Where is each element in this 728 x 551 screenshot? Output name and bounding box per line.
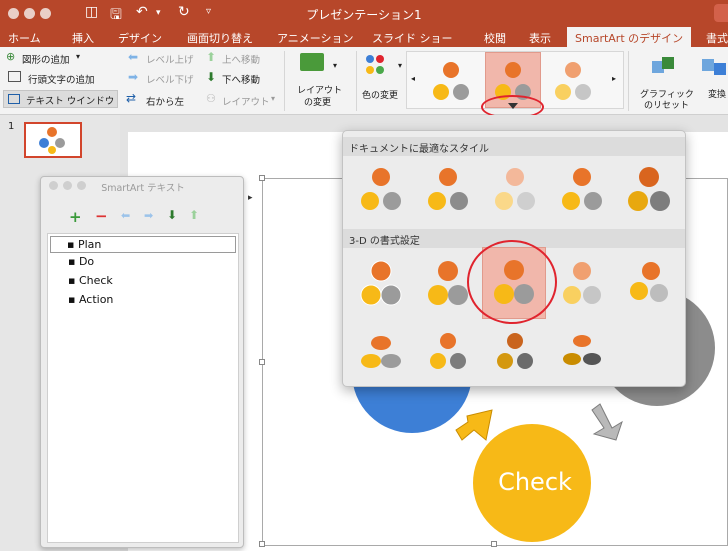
text-pane-button[interactable]: テキスト ウインドウ (3, 90, 118, 108)
change-layout-dropdown-icon[interactable]: ▾ (333, 61, 337, 70)
gallery-style-3d-7[interactable] (416, 321, 480, 389)
gallery-style-doc-2[interactable] (416, 159, 480, 227)
tab-insert[interactable]: 挿入 (72, 30, 94, 46)
tab-format[interactable]: 書式 (706, 30, 728, 46)
cycle-arrow-gray-icon (591, 403, 623, 441)
style-thumb-3[interactable] (549, 58, 599, 104)
list-item-text: Do (78, 255, 95, 268)
move-down-button[interactable]: 下へ移動 (222, 72, 260, 86)
convert-button[interactable]: 変換 (708, 87, 726, 100)
search-icon[interactable] (714, 4, 728, 22)
right-to-left-icon: ⇄ (126, 91, 137, 105)
move-down-icon: ⬇ (206, 70, 217, 84)
demote-icon: ➡ (128, 70, 139, 84)
change-colors-dropdown-icon[interactable]: ▾ (398, 61, 402, 70)
change-layout-icon (300, 53, 324, 71)
gallery-style-3d-5[interactable] (617, 251, 681, 319)
tab-review[interactable]: 校閲 (484, 30, 506, 46)
list-item[interactable]: ▪ Action (68, 293, 113, 306)
slide-number: 1 (8, 121, 15, 132)
add-shape-dropdown-icon[interactable]: ▾ (76, 52, 80, 61)
gallery-section-doc: ドキュメントに最適なスタイル (343, 137, 685, 156)
promote-item-icon[interactable]: ⬅ (121, 209, 130, 222)
styles-scroll-right-icon[interactable]: ▸ (612, 74, 616, 83)
gallery-style-doc-4[interactable] (550, 159, 614, 227)
change-colors-icon (366, 55, 384, 74)
gallery-style-3d-1[interactable] (349, 251, 413, 319)
convert-icon (702, 59, 726, 75)
demote-item-icon[interactable]: ➡ (144, 209, 153, 222)
move-up-button[interactable]: 上へ移動 (222, 52, 260, 66)
tab-home[interactable]: ホーム (8, 30, 41, 46)
add-shape-button[interactable]: 図形の追加 (22, 52, 70, 66)
tab-view[interactable]: 表示 (529, 30, 551, 46)
gallery-style-3d-9[interactable] (550, 321, 614, 389)
tab-slide-show[interactable]: スライド ショー (372, 30, 453, 46)
text-window-title: SmartArt テキスト (101, 183, 185, 194)
gallery-style-doc-3[interactable] (483, 159, 547, 227)
text-pane-toggle-icon[interactable]: ▸ (248, 193, 253, 203)
list-item[interactable]: ▪ Do (68, 255, 94, 268)
title-bar: ◫ 🖫 ↶ ▾ ↻ ▿ プレゼンテーション1 (0, 0, 728, 27)
add-shape-icon: ⊕ (6, 50, 16, 63)
gallery-style-3d-4[interactable] (550, 251, 614, 319)
smartart-text-window: SmartArt テキスト + − ⬅ ➡ ⬇ ⬆ ▪ Plan ▪ Do ▪ … (40, 176, 244, 548)
layout-icon: ⚇ (206, 92, 216, 105)
ribbon-tabs: ホーム 挿入 デザイン 画面切り替え アニメーション スライド ショー 校閲 表… (0, 27, 728, 47)
highlight-ring (467, 240, 557, 324)
ribbon: ⊕ 図形の追加 ▾ 行頭文字の追加 テキスト ウインドウ ⬅ レベル上げ ➡ レ… (0, 47, 728, 115)
demote-button[interactable]: レベル下げ (146, 72, 194, 86)
move-up-icon: ⬆ (206, 50, 217, 64)
style-thumb-1[interactable] (427, 58, 477, 104)
text-window-list[interactable]: ▪ Plan ▪ Do ▪ Check ▪ Action (47, 233, 239, 543)
move-item-down-icon[interactable]: ⬇ (167, 208, 177, 222)
add-bullet-icon (8, 71, 21, 82)
right-to-left-button[interactable]: 右から左 (146, 94, 184, 108)
tab-transitions[interactable]: 画面切り替え (187, 30, 253, 46)
document-title: プレゼンテーション1 (306, 8, 422, 22)
gallery-style-3d-6[interactable] (349, 321, 413, 389)
list-item[interactable]: ▪ Check (68, 274, 113, 287)
slide-thumbnail[interactable] (24, 122, 82, 158)
list-item-text: Plan (77, 238, 102, 251)
layout-dropdown-icon[interactable]: ▾ (271, 94, 275, 103)
tab-animations[interactable]: アニメーション (277, 30, 354, 46)
layout-button[interactable]: レイアウト (222, 94, 270, 108)
tab-smartart-design[interactable]: SmartArt のデザイン (567, 27, 692, 47)
move-item-up-icon[interactable]: ⬆ (189, 208, 199, 222)
gallery-style-doc-5[interactable] (617, 159, 681, 227)
cycle-arrow-yellow-icon (455, 409, 493, 441)
add-item-icon[interactable]: + (69, 208, 82, 226)
slide-thumbnail-preview (39, 127, 65, 154)
promote-button[interactable]: レベル上げ (146, 52, 194, 66)
remove-item-icon[interactable]: − (95, 207, 108, 225)
promote-icon: ⬅ (128, 50, 139, 64)
add-bullet-button[interactable]: 行頭文字の追加 (28, 72, 95, 86)
list-item-text: Action (78, 293, 114, 306)
text-pane-icon (8, 94, 20, 104)
check-shape-label: Check (498, 468, 572, 496)
list-item-text: Check (78, 274, 113, 287)
gallery-style-3d-8[interactable] (483, 321, 547, 389)
reset-graphic-icon (652, 57, 674, 73)
gallery-style-doc-1[interactable] (349, 159, 413, 227)
styles-scroll-left-icon[interactable]: ◂ (411, 74, 415, 83)
list-item[interactable]: ▪ Plan (50, 236, 236, 253)
tab-design[interactable]: デザイン (118, 30, 162, 46)
change-colors-button[interactable]: 色の変更 (362, 88, 398, 101)
